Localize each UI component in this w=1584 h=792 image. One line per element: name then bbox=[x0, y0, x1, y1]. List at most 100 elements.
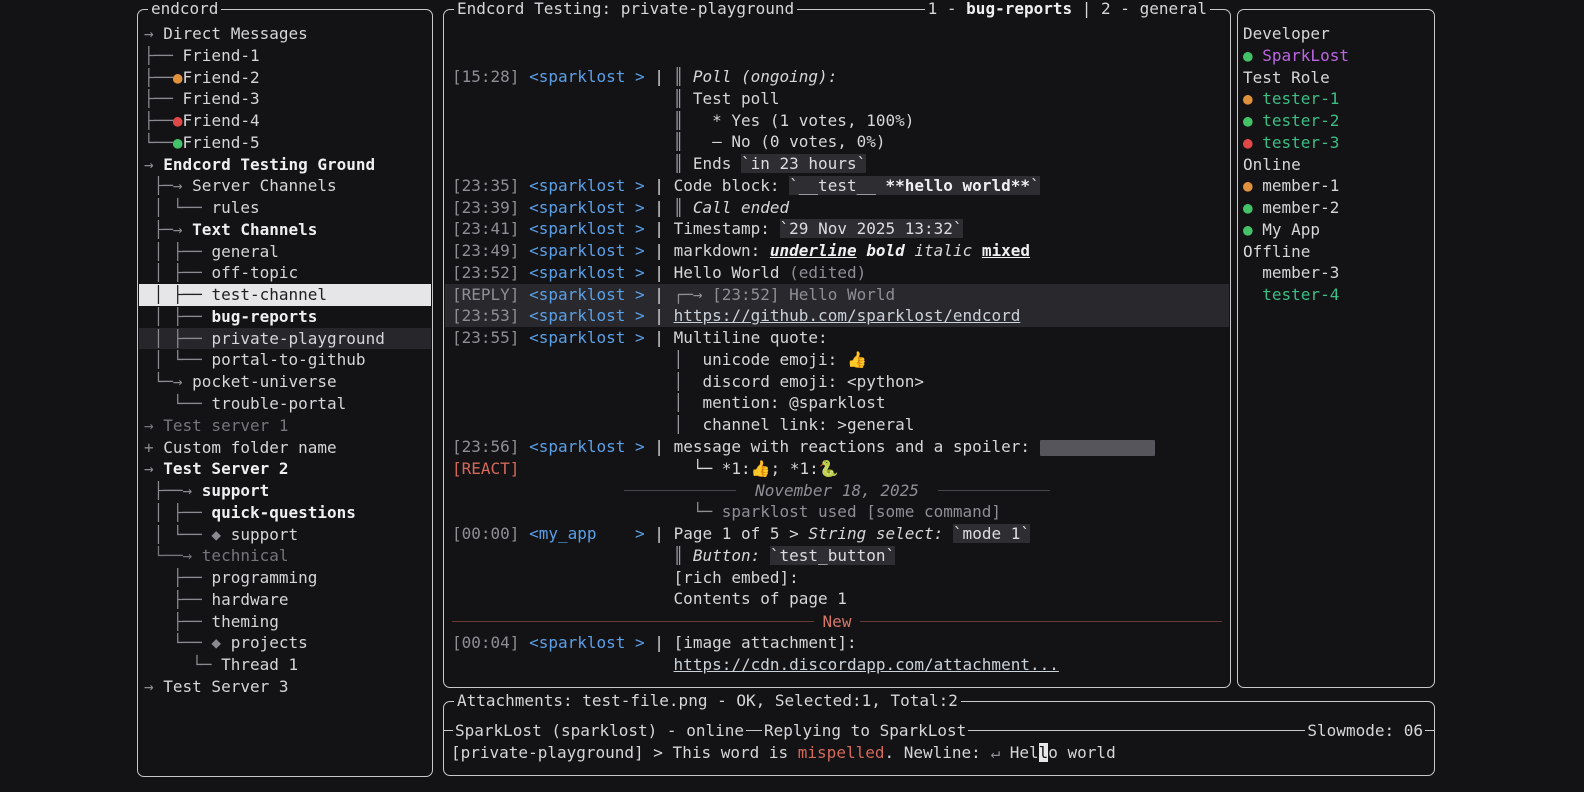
member-tester-1[interactable]: ● tester-1 bbox=[1243, 88, 1431, 110]
message-text: Button: bbox=[693, 546, 760, 565]
tab-bug-reports[interactable]: bug-reports bbox=[966, 0, 1072, 18]
tree-branch-icon: ├── bbox=[144, 68, 173, 87]
chat-message[interactable]: │ discord emoji: <python> bbox=[445, 371, 1229, 393]
chat-message[interactable]: [23:52] <sparklost > | Hello World (edit… bbox=[445, 262, 1229, 284]
member-member-3[interactable]: member-3 bbox=[1243, 262, 1431, 284]
sidebar-item-general[interactable]: │ ├── general bbox=[139, 241, 431, 263]
role-header-developer: Developer bbox=[1243, 23, 1431, 45]
chat-message[interactable]: │ channel link: >general bbox=[445, 414, 1229, 436]
message-text: Poll (ongoing): bbox=[693, 67, 838, 86]
message-input[interactable]: [private-playground] > This word is misp… bbox=[451, 742, 1427, 764]
sidebar-item-test-server-3[interactable]: → Test Server 3 bbox=[139, 676, 431, 698]
member-my-app[interactable]: ● My App bbox=[1243, 219, 1431, 241]
spoiler-block[interactable] bbox=[1040, 440, 1156, 456]
sidebar-panel: endcord → Direct Messages├── Friend-1├──… bbox=[137, 9, 433, 777]
sidebar-item-support[interactable]: ├──→ support bbox=[139, 480, 431, 502]
chat-message[interactable]: ║ Test poll bbox=[445, 88, 1229, 110]
sidebar-item-trouble-portal[interactable]: └── trouble-portal bbox=[139, 393, 431, 415]
chat-message[interactable]: [23:56] <sparklost > | message with reac… bbox=[445, 436, 1229, 458]
tree-branch-icon: → bbox=[144, 155, 163, 174]
tree-branch-icon: │ ├── bbox=[144, 285, 211, 304]
status-dot-orange: ● bbox=[1243, 89, 1262, 108]
sidebar-item-thread-1[interactable]: └─ Thread 1 bbox=[139, 654, 431, 676]
sidebar-item-quick-questions[interactable]: │ ├── quick-questions bbox=[139, 502, 431, 524]
sidebar-item-off-topic[interactable]: │ ├── off-topic bbox=[139, 262, 431, 284]
sidebar-item-label: projects bbox=[231, 633, 308, 652]
chat-message[interactable]: ║ Ends `in 23 hours` bbox=[445, 153, 1229, 175]
member-name: My App bbox=[1262, 220, 1320, 239]
sidebar-item-projects[interactable]: └── ◆ projects bbox=[139, 632, 431, 654]
chat-message[interactable]: [00:04] <sparklost > | [image attachment… bbox=[445, 632, 1229, 654]
tab-general[interactable]: | 2 - general bbox=[1072, 0, 1207, 18]
channel-tabs[interactable]: 1 - bug-reports | 2 - general bbox=[925, 1, 1210, 17]
tree-branch-icon: │ ├── bbox=[144, 329, 211, 348]
member-sparklost[interactable]: ● SparkLost bbox=[1243, 45, 1431, 67]
sidebar-item-bug-reports[interactable]: │ ├── bug-reports bbox=[139, 306, 431, 328]
member-tester-4[interactable]: tester-4 bbox=[1243, 284, 1431, 306]
chat-message[interactable]: ║ * Yes (1 votes, 100%) bbox=[445, 110, 1229, 132]
sidebar-item-server-channels[interactable]: ├─→ Server Channels bbox=[139, 175, 431, 197]
message-text bbox=[760, 546, 770, 565]
role-header-online: Online bbox=[1243, 154, 1431, 176]
chat-message[interactable]: [REPLY] <sparklost > | ┌─→ [23:52] Hello… bbox=[445, 284, 1229, 306]
sidebar-item-friend-2[interactable]: ├──●Friend-2 bbox=[139, 67, 431, 89]
message-text: – No (0 votes, 0%) bbox=[693, 132, 886, 151]
chat-message[interactable]: [23:55] <sparklost > | Multiline quote: bbox=[445, 327, 1229, 349]
sidebar-item-label: Friend-5 bbox=[183, 133, 260, 152]
sidebar-item-test-channel[interactable]: │ ├── test-channel bbox=[139, 284, 431, 306]
chat-message[interactable]: ║ Button: `test_button` bbox=[445, 545, 1229, 567]
chat-message[interactable]: https://cdn.discordapp.com/attachment... bbox=[445, 654, 1229, 676]
sidebar-item-text-channels[interactable]: ├─→ Text Channels bbox=[139, 219, 431, 241]
sidebar-item-hardware[interactable]: ├── hardware bbox=[139, 589, 431, 611]
quote-bar-icon: ║ bbox=[674, 132, 693, 151]
sidebar-item-test-server-1[interactable]: → Test server 1 bbox=[139, 415, 431, 437]
sidebar-item-label: Test Server 2 bbox=[163, 459, 288, 478]
member-tester-3[interactable]: ● tester-3 bbox=[1243, 132, 1431, 154]
chat-message[interactable]: [23:35] <sparklost > | Code block: `__te… bbox=[445, 175, 1229, 197]
dim-text: └─ sparklost used [some command] bbox=[674, 502, 1002, 521]
tree-branch-icon: └── bbox=[144, 394, 211, 413]
sidebar-item-theming[interactable]: ├── theming bbox=[139, 611, 431, 633]
sidebar-item-endcord-testing-ground[interactable]: → Endcord Testing Ground bbox=[139, 154, 431, 176]
chat-message[interactable]: [00:00] <my_app > | Page 1 of 5 > String… bbox=[445, 523, 1229, 545]
chat-message[interactable]: └─ sparklost used [some command] bbox=[445, 501, 1229, 523]
author-name: <sparklost > bbox=[529, 285, 645, 304]
sidebar-item-rules[interactable]: │ └── rules bbox=[139, 197, 431, 219]
chat-message[interactable]: │ unicode emoji: 👍 bbox=[445, 349, 1229, 371]
chat-message[interactable]: [REACT]└─ *1:👍; *1:🐍 bbox=[445, 458, 1229, 480]
chat-message[interactable]: Contents of page 1 bbox=[445, 588, 1229, 610]
sidebar-item-programming[interactable]: ├── programming bbox=[139, 567, 431, 589]
attachments-status: Attachments: test-file.png - OK, Selecte… bbox=[454, 693, 961, 709]
message-link[interactable]: https://github.com/sparklost/endcord bbox=[674, 306, 1021, 325]
message-text: bold bbox=[866, 241, 905, 260]
sidebar-item-private-playground[interactable]: │ ├── private-playground bbox=[139, 328, 431, 350]
chat-message[interactable]: [23:41] <sparklost > | Timestamp: `29 No… bbox=[445, 218, 1229, 240]
chat-message[interactable]: [23:49] <sparklost > | markdown: underli… bbox=[445, 240, 1229, 262]
author-name: <sparklost > bbox=[529, 219, 645, 238]
sidebar-item-custom-folder-name[interactable]: + Custom folder name bbox=[139, 437, 431, 459]
chat-message[interactable]: [rich embed]: bbox=[445, 567, 1229, 589]
sidebar-item-support[interactable]: │ └── ◆ support bbox=[139, 524, 431, 546]
sidebar-item-technical[interactable]: └──→ technical bbox=[139, 545, 431, 567]
chat-message[interactable]: │ mention: @sparklost bbox=[445, 392, 1229, 414]
message-text bbox=[943, 524, 953, 543]
member-member-1[interactable]: ● member-1 bbox=[1243, 175, 1431, 197]
sidebar-item-direct-messages[interactable]: → Direct Messages bbox=[139, 23, 431, 45]
message-text: Contents of page 1 bbox=[674, 589, 847, 608]
sidebar-item-friend-4[interactable]: ├──●Friend-4 bbox=[139, 110, 431, 132]
sidebar-item-friend-3[interactable]: ├── Friend-3 bbox=[139, 88, 431, 110]
sidebar-item-friend-1[interactable]: ├── Friend-1 bbox=[139, 45, 431, 67]
chat-message[interactable]: [23:53] <sparklost > | https://github.co… bbox=[445, 305, 1229, 327]
misspelled-word: mispelled bbox=[798, 743, 885, 762]
sidebar-item-pocket-universe[interactable]: └─→ pocket-universe bbox=[139, 371, 431, 393]
chat-message[interactable]: [15:28] <sparklost > | ║ Poll (ongoing): bbox=[445, 66, 1229, 88]
chat-message[interactable]: [23:39] <sparklost > | ║ Call ended bbox=[445, 197, 1229, 219]
member-tester-2[interactable]: ● tester-2 bbox=[1243, 110, 1431, 132]
sidebar-item-test-server-2[interactable]: → Test Server 2 bbox=[139, 458, 431, 480]
chat-message[interactable]: ║ – No (0 votes, 0%) bbox=[445, 131, 1229, 153]
message-link[interactable]: https://cdn.discordapp.com/attachment... bbox=[674, 655, 1059, 674]
sidebar-item-label: hardware bbox=[211, 590, 288, 609]
member-member-2[interactable]: ● member-2 bbox=[1243, 197, 1431, 219]
sidebar-item-friend-5[interactable]: └──●Friend-5 bbox=[139, 132, 431, 154]
sidebar-item-portal-to-github[interactable]: │ └── portal-to-github bbox=[139, 349, 431, 371]
